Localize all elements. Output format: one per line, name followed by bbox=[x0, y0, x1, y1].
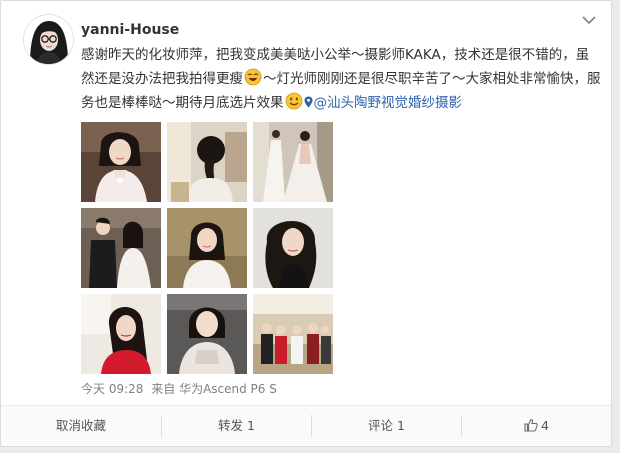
username[interactable]: yanni-House bbox=[81, 21, 179, 39]
photo-8-lace-dress[interactable] bbox=[167, 294, 247, 374]
post-text: 感谢昨天的化妆师萍，把我变成美美哒小公举～摄影师KAKA，技术还是很不错的，虽然… bbox=[81, 43, 601, 115]
thumbs-up-icon bbox=[524, 408, 538, 448]
source-device[interactable]: 华为Ascend P6 S bbox=[179, 382, 277, 396]
photo-2-hairstyle-back[interactable] bbox=[167, 122, 247, 202]
action-bar: 取消收藏 转发 1 评论 1 4 bbox=[0, 405, 612, 447]
like-count: 4 bbox=[541, 418, 549, 433]
photo-9-group-shop[interactable] bbox=[253, 294, 333, 374]
repost-label: 转发 1 bbox=[218, 418, 255, 433]
comment-label: 评论 1 bbox=[368, 418, 405, 433]
unfavorite-button[interactable]: 取消收藏 bbox=[1, 406, 161, 446]
location-pin-icon bbox=[304, 96, 312, 108]
post-meta: 今天 09:28 来自 华为Ascend P6 S bbox=[81, 381, 277, 397]
chevron-down-icon[interactable] bbox=[577, 11, 601, 29]
laughing-tears-emoji-icon bbox=[244, 68, 262, 86]
smile-emoji-icon bbox=[285, 92, 303, 110]
unfavorite-label: 取消收藏 bbox=[55, 418, 106, 433]
photo-4-couple[interactable] bbox=[81, 208, 161, 288]
photo-1-bride-closeup[interactable] bbox=[81, 122, 161, 202]
photo-grid bbox=[81, 122, 333, 374]
comment-button[interactable]: 评论 1 bbox=[312, 406, 461, 446]
repost-button[interactable]: 转发 1 bbox=[162, 406, 311, 446]
location-text: @汕头陶野视觉婚纱摄影 bbox=[313, 95, 463, 111]
like-button[interactable]: 4 bbox=[462, 406, 611, 446]
photo-5-bride-outdoor[interactable] bbox=[167, 208, 247, 288]
location-link[interactable]: @汕头陶野视觉婚纱摄影 bbox=[304, 95, 463, 111]
source-prefix: 来自 bbox=[151, 382, 176, 396]
post-time[interactable]: 今天 09:28 bbox=[81, 382, 143, 396]
photo-7-red-dress[interactable] bbox=[81, 294, 161, 374]
photo-6-curly-hair[interactable] bbox=[253, 208, 333, 288]
photo-3-wedding-gown[interactable] bbox=[253, 122, 333, 202]
avatar[interactable] bbox=[23, 14, 74, 65]
weibo-post-card: yanni-House 感谢昨天的化妆师萍，把我变成美美哒小公举～摄影师KAKA… bbox=[0, 0, 612, 406]
